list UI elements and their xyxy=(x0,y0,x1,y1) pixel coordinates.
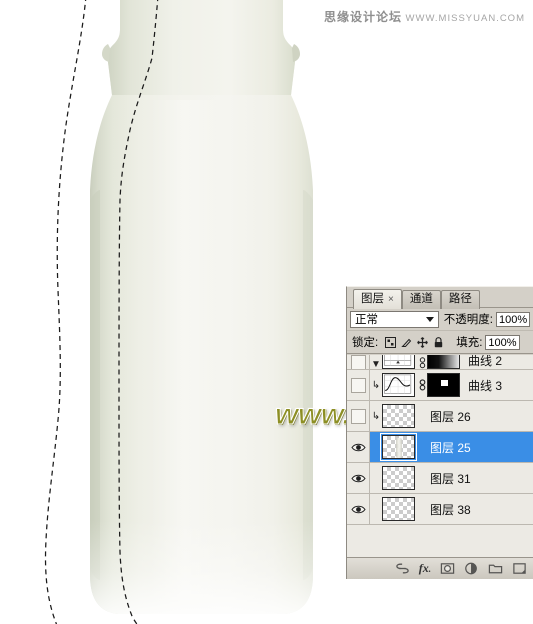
clipping-mask-icon: ↳ xyxy=(371,380,381,391)
layer-thumbnail[interactable] xyxy=(382,355,415,369)
layer-name[interactable]: 图层 25 xyxy=(428,439,471,456)
table-row[interactable]: ↳ 曲线 3 xyxy=(347,370,533,401)
table-row[interactable]: 图层 38 xyxy=(347,494,533,525)
layer-style-button[interactable]: fx. xyxy=(419,561,431,576)
close-icon[interactable]: × xyxy=(388,294,394,305)
clipping-indent: ↳ xyxy=(370,411,382,422)
fill-label: 填充: xyxy=(456,337,483,349)
lock-fill-row: 锁定: 填充: 100% xyxy=(347,331,533,354)
lock-buttons xyxy=(385,336,444,348)
layer-visibility-toggle[interactable] xyxy=(347,370,370,400)
layer-thumbnail[interactable] xyxy=(382,373,415,397)
layer-thumbnail[interactable] xyxy=(382,404,415,428)
layer-mask-thumbnail[interactable] xyxy=(427,373,460,397)
new-group-button[interactable] xyxy=(488,561,503,576)
tab-channels-label: 通道 xyxy=(409,293,433,305)
transparency-checker xyxy=(383,405,414,427)
layer-visibility-toggle[interactable] xyxy=(347,355,370,369)
forum-watermark-cn: 思缘设计论坛 xyxy=(323,10,402,24)
layer-visibility-toggle[interactable] xyxy=(347,494,370,524)
opacity-label: 不透明度: xyxy=(443,314,493,326)
add-mask-button[interactable] xyxy=(440,561,455,576)
lock-paint-icon[interactable] xyxy=(401,337,412,348)
curves-graph-icon xyxy=(384,374,412,394)
mask-white-spot xyxy=(441,380,448,386)
table-row[interactable]: ▼ 曲线 2 xyxy=(347,355,533,370)
panel-tabbar: 图层 × 通道 路径 xyxy=(347,287,533,309)
eye-hidden-icon xyxy=(350,355,366,369)
tab-paths[interactable]: 路径 xyxy=(440,290,480,309)
layer-content-preview xyxy=(396,438,402,458)
blend-mode-value: 正常 xyxy=(355,314,378,326)
layer-thumbnail[interactable] xyxy=(382,497,415,521)
mask-link-icon[interactable] xyxy=(417,379,427,391)
forum-watermark: 思缘设计论坛 WWW.MISSYUAN.COM xyxy=(324,8,525,25)
tab-layers[interactable]: 图层 × xyxy=(353,289,402,309)
link-icon xyxy=(419,357,425,369)
eye-icon xyxy=(350,474,366,482)
tab-paths-label: 路径 xyxy=(448,293,472,305)
eye-icon xyxy=(350,505,366,513)
layer-name[interactable]: 曲线 3 xyxy=(466,377,502,394)
curves-graph-icon xyxy=(384,355,412,366)
fill-input[interactable]: 100% xyxy=(485,334,520,350)
lock-all-icon[interactable] xyxy=(433,336,444,348)
blend-opacity-row: 正常 不透明度: 100% xyxy=(347,308,533,331)
lock-move-icon[interactable] xyxy=(417,336,429,348)
clipping-mask-icon: ↳ xyxy=(371,411,381,422)
layers-panel: 图层 × 通道 路径 正常 不透明度: 100% 锁定: 填充: 100% ▼ … xyxy=(346,286,533,579)
layer-visibility-toggle[interactable] xyxy=(347,401,370,431)
layer-thumbnail[interactable] xyxy=(380,433,417,461)
clipping-mask-icon: ▼ xyxy=(371,359,381,370)
tab-channels[interactable]: 通道 xyxy=(401,290,441,309)
clipping-indent: ↳ xyxy=(370,380,382,391)
link-layers-button[interactable] xyxy=(395,561,410,576)
forum-watermark-url: WWW.MISSYUAN.COM xyxy=(405,13,525,24)
eye-hidden-icon xyxy=(350,377,366,393)
opacity-input[interactable]: 100% xyxy=(496,311,530,327)
table-row[interactable]: ↳ 图层 26 xyxy=(347,401,533,432)
layer-name[interactable]: 图层 31 xyxy=(428,470,471,487)
layer-thumbnail[interactable] xyxy=(382,466,415,490)
lock-label: 锁定: xyxy=(352,337,379,349)
transparency-checker xyxy=(383,467,414,489)
layer-name[interactable]: 曲线 2 xyxy=(466,355,502,369)
adjustment-layer-button[interactable] xyxy=(464,561,479,576)
layer-visibility-toggle[interactable] xyxy=(347,463,370,493)
photoshop-canvas: 思缘设计论坛 WWW.MISSYUAN.COM www.68ps.com 图层×… xyxy=(0,0,533,624)
lock-transparent-icon[interactable] xyxy=(385,336,397,348)
layer-list[interactable]: ▼ 曲线 2 ↳ 曲线 3 ↳ 图层 26 图层 25 图层 31 图层 38 xyxy=(347,355,533,557)
tab-layers-label: 图层 xyxy=(361,293,384,305)
table-row[interactable]: 图层 31 xyxy=(347,463,533,494)
table-row[interactable]: 图层 25 xyxy=(347,432,533,463)
eye-hidden-icon xyxy=(350,408,366,424)
layer-name[interactable]: 图层 38 xyxy=(428,501,471,518)
layer-mask-thumbnail[interactable] xyxy=(427,355,460,369)
layer-visibility-toggle[interactable] xyxy=(347,432,370,462)
blend-mode-select[interactable]: 正常 xyxy=(350,310,439,328)
layer-name[interactable]: 图层 26 xyxy=(428,408,471,425)
clipping-indent: ▼ xyxy=(370,359,382,370)
mask-link-icon[interactable] xyxy=(417,357,427,369)
fx-icon: fx xyxy=(418,561,429,575)
eye-icon xyxy=(350,443,366,451)
new-layer-button[interactable] xyxy=(512,561,527,576)
layers-panel-toolbar: fx. xyxy=(347,557,533,579)
transparency-checker xyxy=(383,498,414,520)
link-icon xyxy=(419,379,425,391)
chevron-down-icon xyxy=(425,316,434,322)
